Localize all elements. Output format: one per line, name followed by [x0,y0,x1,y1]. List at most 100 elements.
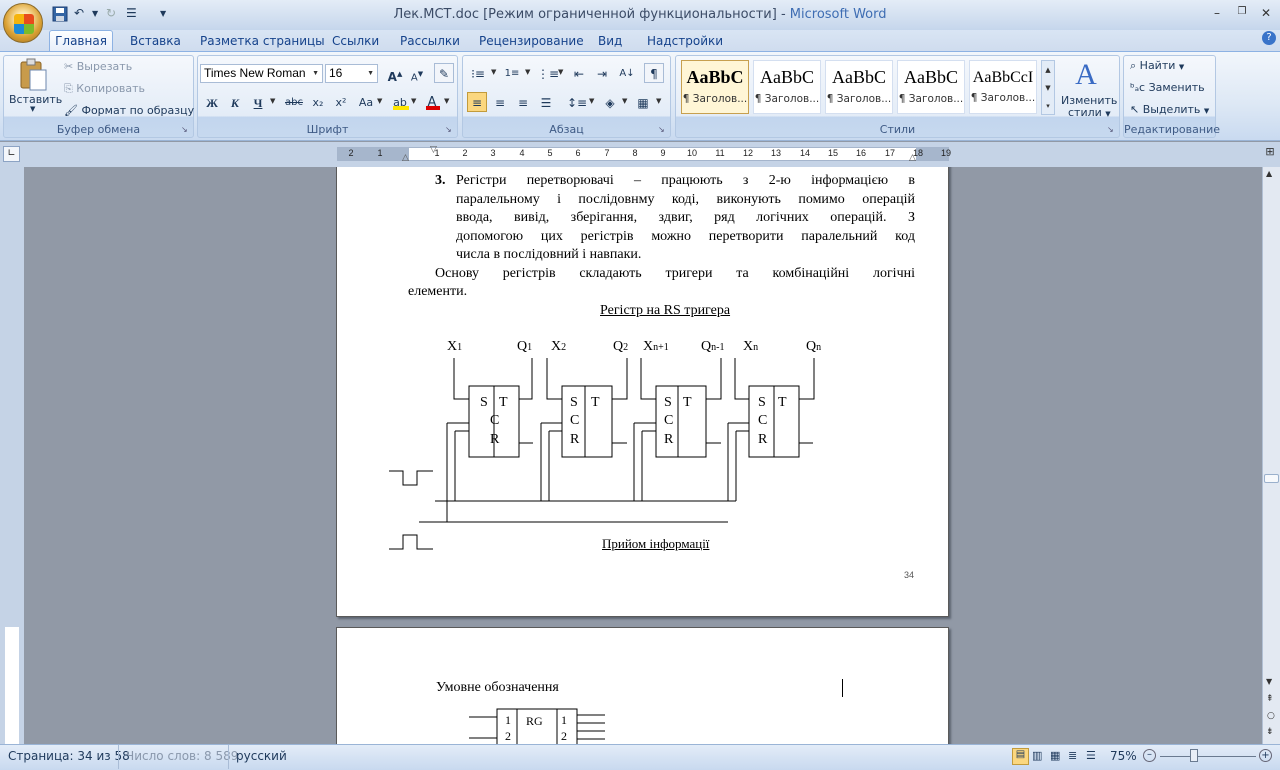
style-item-1[interactable]: AaBbC ¶ Заголов... [681,60,749,114]
font-launcher-icon[interactable]: ↘ [445,125,452,134]
scroll-down-icon[interactable]: ▼ [1266,677,1272,686]
paste-button[interactable]: Вставить [9,93,62,106]
subscript-button[interactable]: x₂ [308,92,328,112]
language-indicator[interactable]: русский [236,749,287,763]
page-indicator[interactable]: Страница: 34 из 58 [8,749,130,763]
page-35[interactable]: Умовне обозначення 12 RG 12 [336,627,949,744]
bold-button[interactable]: Ж [202,92,222,112]
tab-selector-icon[interactable]: ∟ [3,146,20,162]
underline-dropdown-icon[interactable]: ▼ [270,97,275,105]
replace-button[interactable]: ᵇₐc Заменить [1130,81,1205,94]
change-case-button[interactable]: Aa [356,92,376,112]
line-spacing-dropdown-icon[interactable]: ▼ [589,97,594,105]
select-button[interactable]: ↖ Выделить ▼ [1130,103,1209,116]
scroll-thumb[interactable] [1264,474,1279,483]
document-area[interactable]: 3. Регістри перетворювачі – працюють з 2… [24,167,1262,744]
font-size-combo[interactable]: 16 ▼ [325,64,378,83]
numbering-dropdown-icon[interactable]: ▼ [525,68,530,76]
close-icon[interactable]: ✕ [1256,6,1276,20]
find-button[interactable]: ⌕ Найти ▼ [1130,59,1184,73]
page-34[interactable]: 3. Регістри перетворювачі – працюють з 2… [336,167,949,617]
paste-icon[interactable] [18,58,48,92]
align-right-icon[interactable]: ≡ [513,92,533,112]
bullets-icon[interactable]: ⁝≡ [468,63,488,83]
zoom-in-icon[interactable]: + [1259,749,1272,762]
cut-button[interactable]: ✂ Вырезать [64,60,132,73]
tab-mailings[interactable]: Рассылки [400,33,460,52]
office-button[interactable] [3,3,43,43]
multilevel-dropdown-icon[interactable]: ▼ [558,68,563,76]
justify-icon[interactable]: ☰ [536,92,556,112]
strikethrough-button[interactable]: abc [284,92,304,112]
view-ruler-icon[interactable]: ⊞ [1262,145,1278,163]
shading-icon[interactable]: ◈ [600,92,620,112]
right-indent-icon[interactable]: △ [909,153,916,163]
superscript-button[interactable]: x² [331,92,351,112]
word-count[interactable]: Число слов: 8 589 [126,749,238,763]
change-case-dropdown-icon[interactable]: ▼ [377,97,382,105]
multilevel-list-icon[interactable]: ⋮≡ [536,63,559,83]
decrease-indent-icon[interactable]: ⇤ [569,63,589,83]
paragraph-launcher-icon[interactable]: ↘ [658,125,665,134]
highlight-icon[interactable]: ab [390,92,410,112]
style-item-4[interactable]: AaBbC ¶ Заголов... [897,60,965,114]
show-marks-icon[interactable]: ¶ [644,63,664,83]
line-spacing-icon[interactable]: ↕≡ [566,92,587,112]
style-item-5[interactable]: AaBbCcI ¶ Заголов... [969,60,1037,114]
print-layout-icon[interactable]: ▤ [1012,748,1029,765]
restore-icon[interactable]: ❐ [1232,6,1252,17]
tab-view[interactable]: Вид [598,33,622,52]
increase-indent-icon[interactable]: ⇥ [592,63,612,83]
italic-button[interactable]: К [225,92,245,112]
scroll-up-icon[interactable]: ▲ [1266,169,1272,178]
browse-object-icon[interactable]: ○ [1267,711,1275,721]
first-line-indent-icon[interactable]: ▽ [430,145,437,155]
minimize-icon[interactable]: – [1207,6,1227,20]
tab-review[interactable]: Рецензирование [479,33,584,52]
style-item-3[interactable]: AaBbC ¶ Заголов... [825,60,893,114]
underline-button[interactable]: Ч [248,92,268,112]
shrink-font-icon[interactable]: A▼ [407,63,427,83]
outline-icon[interactable]: ≣ [1068,749,1077,762]
horizontal-ruler[interactable]: 2 1 1 2 3 4 5 6 7 8 9 10 11 12 13 14 15 … [337,147,951,161]
styles-launcher-icon[interactable]: ↘ [1107,125,1114,134]
shading-dropdown-icon[interactable]: ▼ [622,97,627,105]
align-left-icon[interactable]: ≡ [467,92,487,112]
bullets-dropdown-icon[interactable]: ▼ [491,68,496,76]
grow-font-icon[interactable]: A▲ [385,63,405,84]
prev-page-icon[interactable]: ⇞ [1266,694,1274,704]
tab-page-layout[interactable]: Разметка страницы [200,33,325,52]
font-color-dropdown-icon[interactable]: ▼ [444,97,449,105]
sort-icon[interactable]: A↓ [617,63,637,83]
next-page-icon[interactable]: ⇟ [1266,727,1274,737]
format-painter-button[interactable]: 🖌 Формат по образцу [64,104,194,117]
draft-icon[interactable]: ☰ [1086,749,1096,762]
zoom-thumb[interactable] [1190,749,1198,762]
tab-home[interactable]: Главная [49,30,113,52]
align-center-icon[interactable]: ≡ [490,92,510,112]
clipboard-launcher-icon[interactable]: ↘ [181,125,188,134]
paste-dropdown-icon[interactable]: ▼ [30,105,35,113]
tab-insert[interactable]: Вставка [130,33,181,52]
zoom-out-icon[interactable]: – [1143,749,1156,762]
font-color-icon[interactable]: A [422,92,442,112]
numbering-icon[interactable]: 1≡ [502,63,522,83]
borders-icon[interactable]: ▦ [633,92,653,112]
clear-format-icon[interactable]: ✎ [434,63,454,83]
zoom-level[interactable]: 75% [1110,749,1137,763]
highlight-dropdown-icon[interactable]: ▼ [411,97,416,105]
copy-button[interactable]: ⎘ Копировать [64,82,145,96]
hanging-indent-icon[interactable]: △ [402,153,409,163]
font-name-combo[interactable]: Times New Roman ▼ [200,64,323,83]
tab-references[interactable]: Ссылки [332,33,379,52]
full-screen-reading-icon[interactable]: ▥ [1032,749,1042,762]
web-layout-icon[interactable]: ▦ [1050,749,1060,762]
vertical-scrollbar[interactable]: ▲ ▼ ⇞ ○ ⇟ [1262,167,1280,744]
help-icon[interactable]: ? [1262,31,1276,45]
styles-scroll[interactable]: ▲ ▼ ▾ [1041,60,1055,115]
font-name-dropdown-icon[interactable]: ▼ [312,65,319,82]
change-styles-button-line2[interactable]: стили ▼ [1068,106,1111,119]
change-styles-icon[interactable]: A [1068,58,1104,94]
tab-addins[interactable]: Надстройки [647,33,723,52]
borders-dropdown-icon[interactable]: ▼ [656,97,661,105]
